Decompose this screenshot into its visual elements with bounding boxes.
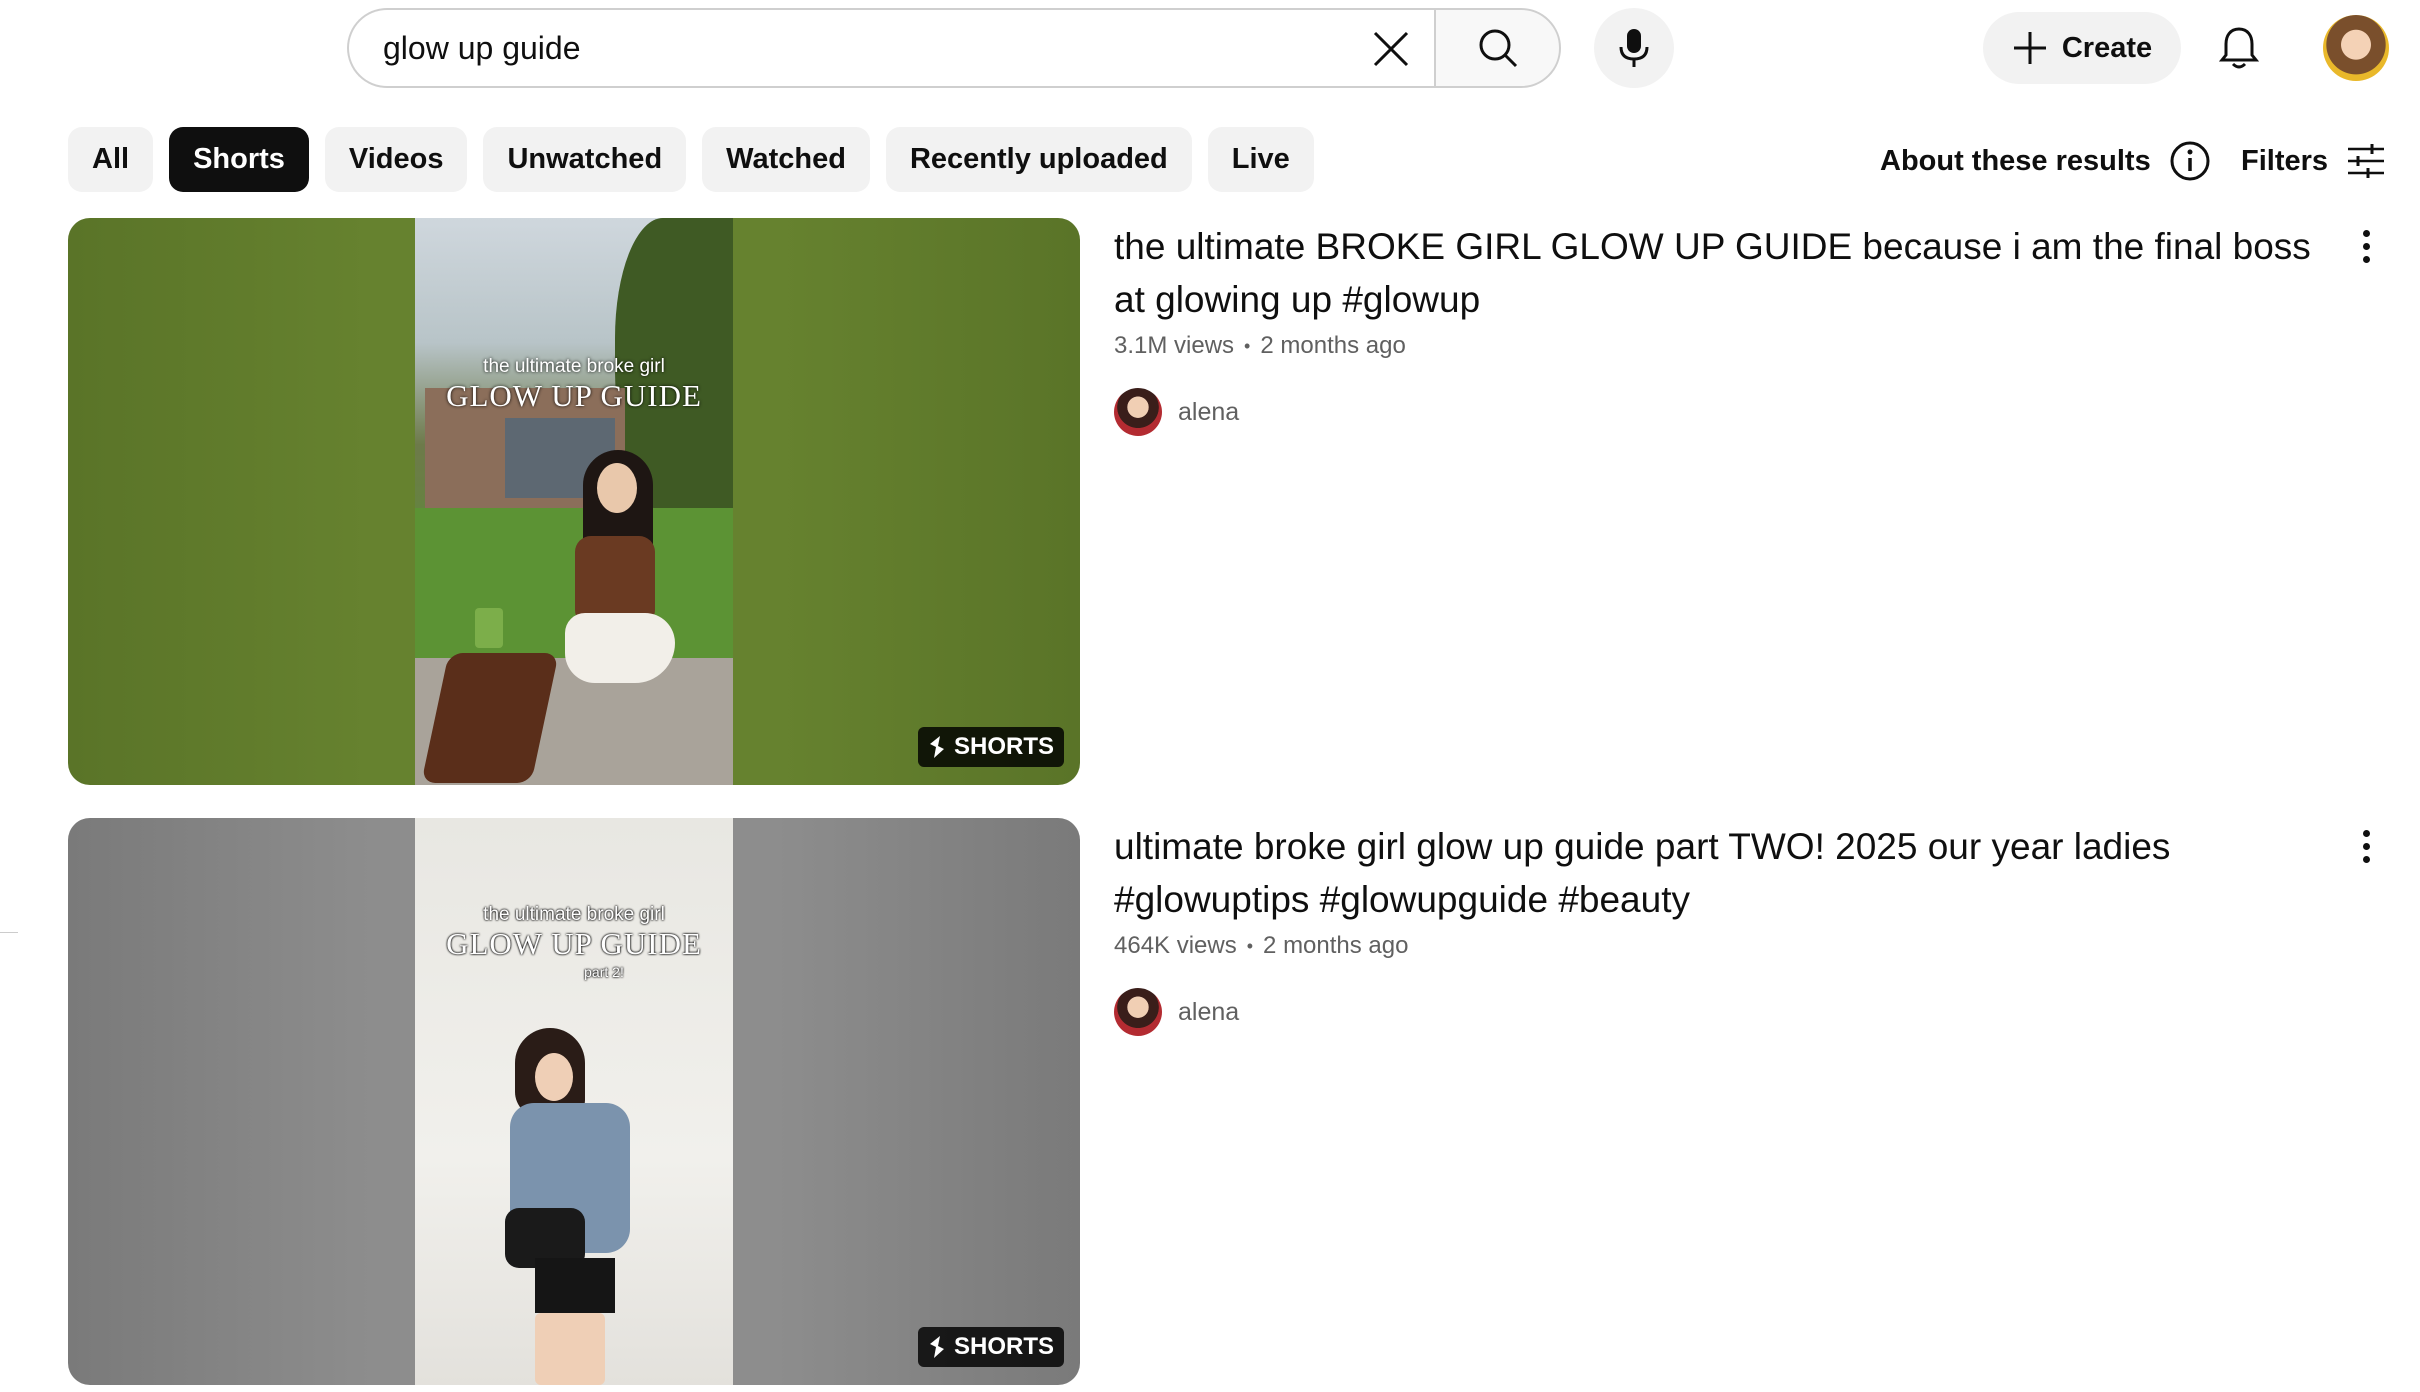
search-input[interactable]: [383, 18, 1283, 78]
shorts-badge: SHORTS: [917, 1327, 1064, 1367]
thumbnail-caption-2: GLOW UP GUIDE: [446, 378, 702, 413]
channel-link[interactable]: alena: [1114, 988, 2334, 1036]
more-actions-button[interactable]: [2344, 818, 2388, 874]
channel-link[interactable]: alena: [1114, 388, 2334, 436]
search-box: [347, 8, 1436, 88]
chip-videos[interactable]: Videos: [324, 127, 468, 192]
chip-recently-uploaded[interactable]: Recently uploaded: [885, 127, 1192, 192]
drink-cup: [475, 608, 503, 648]
voice-search-button[interactable]: [1594, 8, 1674, 88]
video-thumbnail[interactable]: the ultimate broke girl GLOW UP GUIDE pa…: [68, 818, 1080, 1385]
shorts-frame: the ultimate broke girl GLOW UP GUIDE: [415, 218, 733, 785]
chip-shorts[interactable]: Shorts: [169, 127, 309, 192]
view-count: 3.1M views: [1114, 332, 1235, 359]
more-actions-button[interactable]: [2344, 218, 2388, 274]
upload-age: 2 months ago: [1260, 332, 1406, 359]
video-title[interactable]: the ultimate BROKE GIRL GLOW UP GUIDE be…: [1114, 220, 2334, 326]
channel-avatar: [1114, 388, 1162, 436]
channel-name: alena: [1178, 997, 1240, 1026]
result-info: the ultimate BROKE GIRL GLOW UP GUIDE be…: [1114, 218, 2334, 436]
create-label: Create: [2061, 31, 2153, 64]
sliders-icon: [2348, 144, 2385, 178]
filters-label: Filters: [2241, 144, 2329, 177]
shorts-frame: the ultimate broke girl GLOW UP GUIDE pa…: [415, 818, 733, 1385]
edge-divider: [0, 932, 18, 933]
thumbnail-caption-1: the ultimate broke girl: [483, 904, 665, 925]
bell-icon: [2219, 27, 2259, 69]
clear-search-button[interactable]: [1362, 20, 1420, 78]
meta-separator: •: [1246, 935, 1254, 956]
thumbnail-caption-1: the ultimate broke girl: [483, 356, 665, 377]
more-dot-icon: [2362, 255, 2370, 263]
person-face: [597, 463, 637, 513]
search-icon: [1479, 29, 1517, 68]
about-these-results[interactable]: About these results: [1880, 136, 2211, 186]
more-dot-icon: [2362, 229, 2370, 237]
person-skirt: [535, 1258, 615, 1313]
microphone-icon: [1619, 29, 1649, 67]
plus-icon: [2013, 32, 2046, 64]
more-dot-icon: [2362, 829, 2370, 837]
shorts-icon: [929, 1336, 944, 1358]
chip-unwatched[interactable]: Unwatched: [483, 127, 687, 192]
filter-chips: All Shorts Videos Unwatched Watched Rece…: [68, 127, 1314, 192]
video-title[interactable]: ultimate broke girl glow up guide part T…: [1114, 820, 2334, 926]
search-button[interactable]: [1434, 8, 1561, 88]
more-dot-icon: [2362, 855, 2370, 863]
channel-name: alena: [1178, 397, 1240, 426]
about-label: About these results: [1880, 144, 2151, 177]
thumbnail-caption-2: GLOW UP GUIDE: [446, 926, 702, 961]
result-info: ultimate broke girl glow up guide part T…: [1114, 818, 2334, 1036]
video-meta: 3.1M views • 2 months ago: [1114, 332, 2334, 360]
thumbnail-caption-3: part 2!: [584, 964, 624, 980]
meta-separator: •: [1244, 335, 1251, 356]
account-avatar[interactable]: [2323, 15, 2389, 81]
person-skirt: [565, 613, 675, 683]
notifications-button[interactable]: [2207, 16, 2271, 80]
create-button[interactable]: Create: [1983, 12, 2181, 84]
close-icon: [1373, 31, 1409, 67]
shorts-badge: SHORTS: [917, 727, 1064, 767]
shorts-icon: [929, 736, 944, 758]
filters-button[interactable]: Filters: [2241, 136, 2386, 186]
shorts-badge-label: SHORTS: [953, 733, 1054, 760]
video-meta: 464K views • 2 months ago: [1114, 932, 2334, 960]
chip-live[interactable]: Live: [1207, 127, 1314, 192]
shorts-badge-label: SHORTS: [953, 1333, 1054, 1360]
view-count: 464K views: [1114, 932, 1237, 959]
chip-watched[interactable]: Watched: [702, 127, 870, 192]
info-icon: [2170, 141, 2210, 181]
channel-avatar: [1114, 988, 1162, 1036]
chip-all[interactable]: All: [68, 127, 154, 192]
more-dot-icon: [2362, 842, 2370, 850]
more-dot-icon: [2362, 242, 2370, 250]
upload-age: 2 months ago: [1263, 932, 1409, 959]
person-face: [535, 1053, 573, 1101]
video-thumbnail[interactable]: the ultimate broke girl GLOW UP GUIDE SH…: [68, 218, 1080, 785]
person-legs: [535, 1313, 605, 1385]
